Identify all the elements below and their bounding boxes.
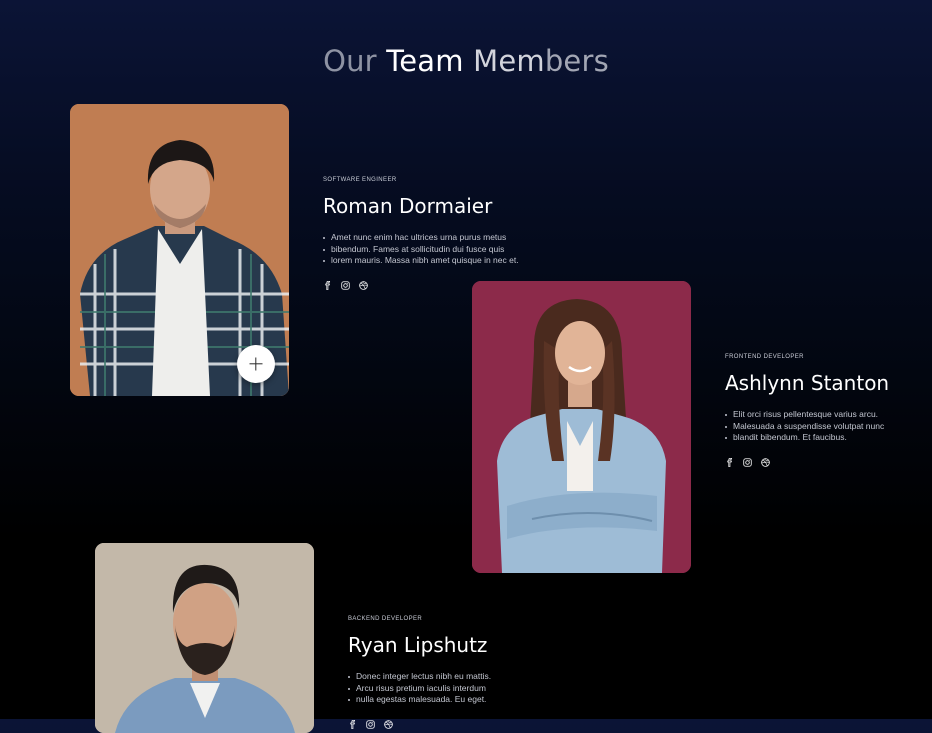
member-role: BACKEND DEVELOPER — [348, 616, 423, 622]
member-bullets: Donec integer lectus nibh eu mattis. Arc… — [348, 671, 491, 706]
member-name: Roman Dormaier — [323, 194, 493, 218]
bullet-item: bibendum. Fames at sollicitudin dui fusc… — [323, 244, 519, 256]
add-button[interactable] — [237, 345, 275, 383]
page-title: Our Team Members — [0, 44, 932, 78]
member-role: FRONTEND DEVELOPER — [725, 354, 804, 360]
title-part: Our — [323, 44, 377, 78]
title-part: Team — [376, 44, 474, 78]
bullet-item: blandit bibendum. Et faucibus. — [725, 432, 889, 444]
bullet-item: Amet nunc enim hac ultrices urna purus m… — [323, 232, 519, 244]
title-part: bers — [544, 44, 609, 78]
dribbble-icon[interactable] — [384, 719, 393, 729]
member-role: SOFTWARE ENGINEER — [323, 177, 397, 183]
member-photo-ryan — [95, 543, 314, 733]
social-links — [725, 457, 889, 467]
dribbble-icon[interactable] — [359, 280, 368, 290]
instagram-icon[interactable] — [366, 719, 375, 729]
facebook-icon[interactable] — [323, 280, 332, 290]
member-card-ashlynn: FRONTEND DEVELOPER Ashlynn Stanton Elit … — [725, 354, 889, 467]
instagram-icon[interactable] — [341, 280, 350, 290]
facebook-icon[interactable] — [348, 719, 357, 729]
member-name: Ryan Lipshutz — [348, 633, 488, 657]
social-links — [348, 719, 491, 729]
bullet-item: Malesuada a suspendisse volutpat nunc — [725, 421, 889, 433]
member-bullets: Elit orci risus pellentesque varius arcu… — [725, 409, 889, 444]
bullet-item: Elit orci risus pellentesque varius arcu… — [725, 409, 889, 421]
member-name: Ashlynn Stanton — [725, 371, 890, 395]
title-part: Mem — [473, 44, 545, 78]
member-photo-ashlynn — [472, 281, 691, 573]
member-bullets: Amet nunc enim hac ultrices urna purus m… — [323, 232, 519, 267]
member-card-roman: SOFTWARE ENGINEER Roman Dormaier Amet nu… — [323, 177, 519, 290]
instagram-icon[interactable] — [743, 457, 752, 467]
bullet-item: lorem mauris. Massa nibh amet quisque in… — [323, 255, 519, 267]
bullet-item: Donec integer lectus nibh eu mattis. — [348, 671, 491, 683]
dribbble-icon[interactable] — [761, 457, 770, 467]
bullet-item: nulla egestas malesuada. Eu eget. — [348, 694, 491, 706]
facebook-icon[interactable] — [725, 457, 734, 467]
member-card-ryan: BACKEND DEVELOPER Ryan Lipshutz Donec in… — [348, 616, 491, 729]
bullet-item: Arcu risus pretium iaculis interdum — [348, 683, 491, 695]
